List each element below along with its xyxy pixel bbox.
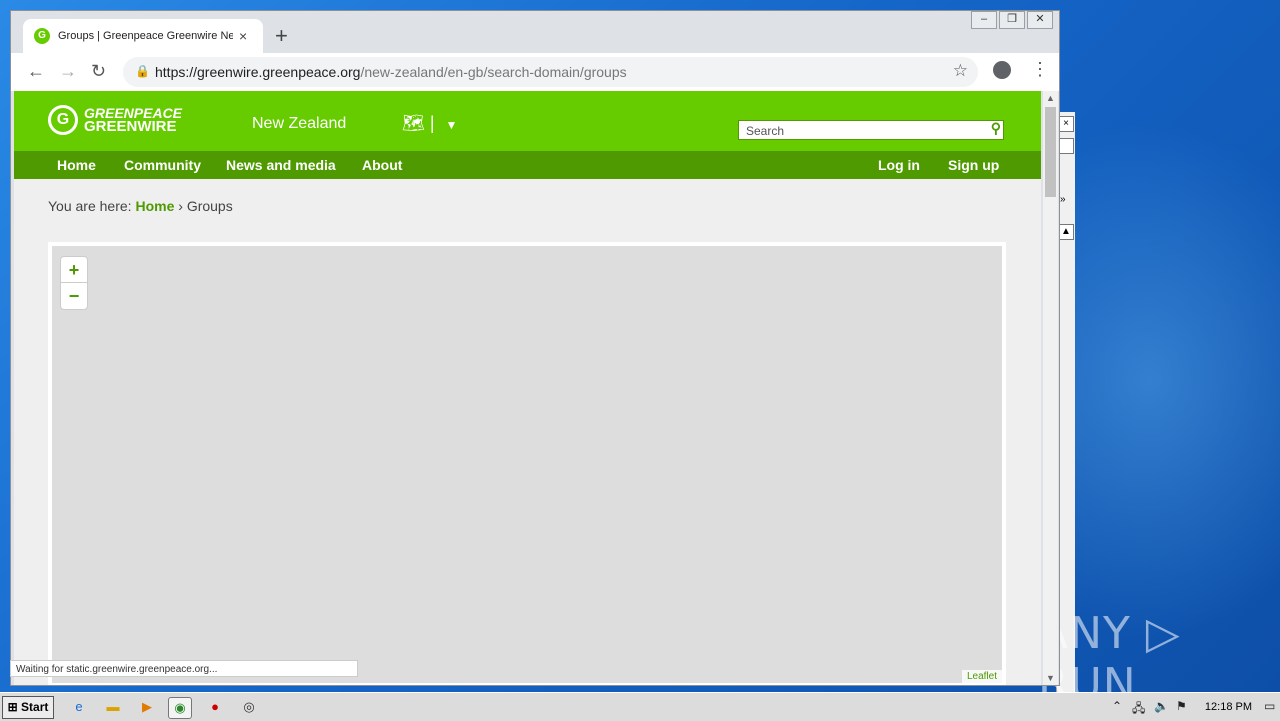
address-bar[interactable]: 🔒 https://greenwire.greenpeace.org/new-z… (123, 57, 978, 87)
scroll-thumb[interactable] (1045, 107, 1056, 197)
explorer-taskbar-icon[interactable]: ▬ (102, 697, 124, 717)
volume-icon[interactable]: 🔈 (1154, 699, 1169, 713)
greenwire-logo[interactable]: G GREENPEACE GREENWIRE (48, 105, 182, 135)
login-link[interactable]: Log in (878, 157, 920, 173)
app-taskbar-icon[interactable]: ◎ (238, 697, 260, 717)
breadcrumb-current: Groups (186, 198, 233, 214)
flag-icon[interactable]: ⚑ (1176, 699, 1187, 713)
chrome-taskbar-icon[interactable]: ◉ (168, 697, 192, 719)
start-button[interactable]: ⊞ Start (2, 696, 54, 719)
browser-tab[interactable]: G Groups | Greenpeace Greenwire New Zeal… (23, 19, 263, 53)
bg-scroll-icon[interactable] (1058, 138, 1074, 154)
page-viewport: G GREENPEACE GREENWIRE New Zealand 🗺 | ▼… (14, 91, 1041, 685)
bg-chevron-icon: » (1060, 194, 1066, 205)
restore-icon[interactable]: ❐ (999, 11, 1025, 29)
groups-map[interactable]: + − Leaflet (48, 242, 1006, 685)
minimize-icon[interactable]: – (971, 11, 997, 29)
search-input[interactable] (744, 122, 988, 140)
nav-about[interactable]: About (362, 157, 402, 173)
search-icon[interactable]: ⚲ (991, 120, 1001, 137)
leaflet-attribution[interactable]: Leaflet (961, 670, 1002, 683)
breadcrumb-home[interactable]: Home (135, 198, 174, 214)
greenpeace-logo-icon: G (48, 105, 78, 135)
region-label: New Zealand (252, 115, 347, 132)
bg-close-icon[interactable]: × (1058, 116, 1074, 132)
site-header: G GREENPEACE GREENWIRE New Zealand 🗺 | ▼… (14, 91, 1041, 151)
forward-arrow-icon[interactable]: → (59, 61, 77, 82)
logo-line2: GREENWIRE (84, 118, 177, 135)
anyrun-watermark: ANY ▷ RUN (1038, 608, 1181, 692)
tray-expand-icon[interactable]: ⌃ (1112, 699, 1122, 713)
zoom-out-button[interactable]: − (61, 283, 87, 309)
site-search: ⚲ (738, 120, 1004, 140)
tab-close-icon[interactable]: × (239, 28, 247, 44)
nav-community[interactable]: Community (124, 157, 201, 173)
bookmark-star-icon[interactable]: ☆ (953, 61, 968, 81)
caret-down-icon: ▼ (445, 118, 458, 132)
new-tab-button[interactable]: + (275, 23, 288, 49)
region-selector[interactable]: 🗺 | ▼ (402, 113, 457, 134)
status-bubble: Waiting for static.greenwire.greenpeace.… (10, 660, 358, 677)
world-map-icon: 🗺 (402, 113, 425, 133)
zoom-control: + − (60, 256, 88, 310)
bg-arrow-icon[interactable]: ▲ (1058, 224, 1074, 240)
reload-icon[interactable]: ↻ (91, 61, 106, 82)
url-text[interactable]: https://greenwire.greenpeace.org/new-zea… (155, 64, 627, 80)
browser-window: – ❐ ✕ G Groups | Greenpeace Greenwire Ne… (10, 10, 1060, 686)
nav-news-and-media[interactable]: News and media (226, 157, 336, 173)
close-window-icon[interactable]: ✕ (1027, 11, 1053, 29)
nav-home[interactable]: Home (57, 157, 96, 173)
windows-logo-icon: ⊞ (7, 700, 18, 714)
signup-link[interactable]: Sign up (948, 157, 999, 173)
opera-taskbar-icon[interactable]: ● (204, 697, 226, 717)
media-player-taskbar-icon[interactable]: ▶ (136, 697, 158, 717)
page-scrollbar[interactable]: ▲ ▼ (1043, 91, 1058, 685)
scroll-up-icon[interactable]: ▲ (1046, 93, 1055, 103)
tab-title: Groups | Greenpeace Greenwire New Zealan… (58, 30, 233, 42)
taskbar: ⊞ Start e ▬ ▶ ◉ ● ◎ ⌃ 🖧 🔈 ⚑ 12:18 PM ▭ (0, 692, 1280, 721)
window-controls: – ❐ ✕ (971, 11, 1053, 29)
breadcrumb: You are here: Home › Groups (48, 198, 233, 214)
system-tray: ⌃ 🖧 🔈 ⚑ 12:18 PM ▭ (1100, 693, 1280, 721)
back-arrow-icon[interactable]: ← (27, 61, 45, 82)
ie-taskbar-icon[interactable]: e (68, 697, 90, 717)
network-icon[interactable]: 🖧 (1132, 699, 1145, 720)
clock[interactable]: 12:18 PM (1205, 701, 1252, 713)
lock-icon: 🔒 (135, 64, 150, 78)
site-nav: Home Community News and media About Log … (14, 151, 1041, 179)
scroll-down-icon[interactable]: ▼ (1046, 673, 1055, 683)
zoom-in-button[interactable]: + (61, 257, 87, 283)
browser-toolbar: ← → ↻ 🔒 https://greenwire.greenpeace.org… (11, 53, 1059, 91)
chrome-menu-icon[interactable]: ⋮ (1031, 59, 1049, 80)
show-desktop-icon[interactable]: ▭ (1264, 699, 1275, 713)
greenpeace-favicon-icon: G (34, 28, 50, 44)
account-icon[interactable] (993, 61, 1011, 79)
